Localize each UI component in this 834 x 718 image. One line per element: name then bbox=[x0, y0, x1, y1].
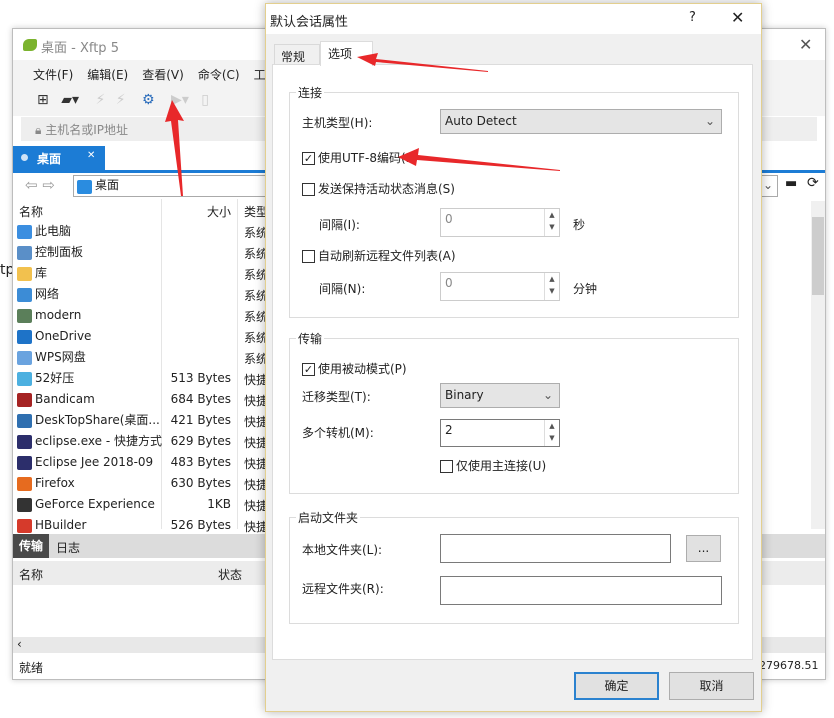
annotation-arrow-toolbar bbox=[165, 100, 184, 196]
annotation-arrows bbox=[165, 53, 560, 196]
annotation-arrow-utf8 bbox=[398, 148, 560, 171]
annotation-arrow-options-tab bbox=[357, 53, 488, 72]
